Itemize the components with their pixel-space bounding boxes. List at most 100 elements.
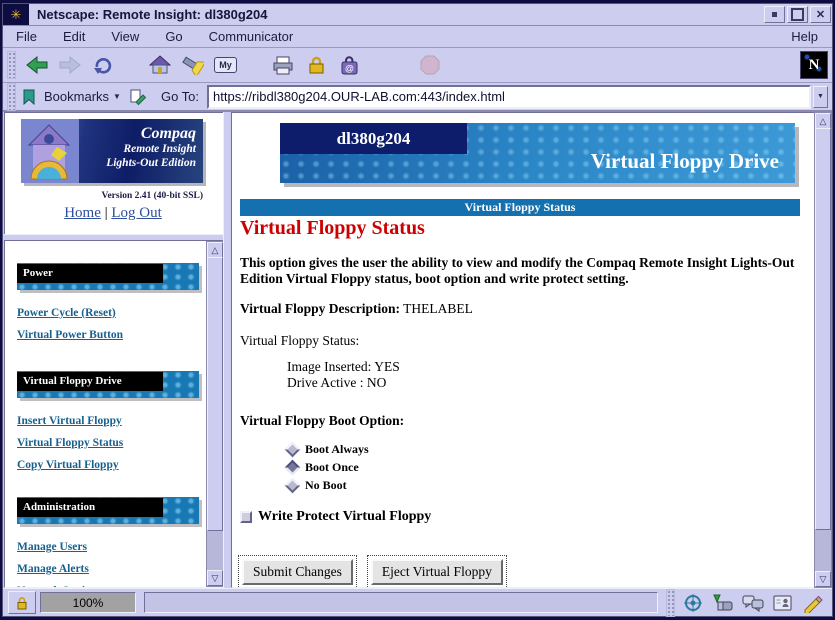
sidebar-scrollbar-thumb[interactable] (207, 257, 223, 531)
eject-virtual-floppy-button[interactable]: Eject Virtual Floppy (371, 559, 503, 585)
page-title: Virtual Floppy Status (240, 217, 425, 240)
back-button[interactable] (20, 50, 53, 80)
home-button[interactable] (143, 50, 176, 80)
link-separator: | (105, 205, 108, 221)
minimize-icon (772, 12, 777, 17)
mailbox-icon (711, 593, 735, 613)
title-bar[interactable]: ✳ Netscape: Remote Insight: dl380g204 ✕ (3, 4, 832, 26)
status-bar: 100% (3, 588, 832, 616)
bookmarks-dropdown-icon[interactable]: ▼ (113, 92, 121, 101)
netscape-window: ✳ Netscape: Remote Insight: dl380g204 ✕ … (2, 3, 833, 617)
main-scrollbar-thumb[interactable] (815, 128, 831, 530)
sidebar-link-virtual-power-button[interactable]: Virtual Power Button (17, 329, 123, 341)
radio-icon (285, 442, 301, 458)
back-icon (25, 55, 49, 75)
radio-boot-always[interactable]: Boot Always (287, 442, 369, 457)
status-lines: Image Inserted: YES Drive Active : NO (287, 359, 400, 391)
print-button[interactable] (266, 50, 299, 80)
my-netscape-button[interactable]: My (209, 50, 242, 80)
radio-selected-icon (285, 460, 301, 476)
main-scrollbar[interactable]: △ ▽ (814, 112, 832, 588)
component-bar (679, 592, 827, 614)
image-inserted-line: Image Inserted: YES (287, 359, 400, 375)
radio-icon (285, 478, 301, 494)
print-icon (271, 55, 295, 75)
location-bar-grip[interactable] (7, 83, 16, 111)
stop-button[interactable] (413, 50, 446, 80)
composer-button[interactable] (799, 592, 827, 614)
section-header-administration: Administration (17, 497, 199, 524)
component-bar-grip[interactable] (666, 589, 675, 617)
shop-button[interactable]: @ (332, 50, 365, 80)
sidebar-link-virtual-floppy-status[interactable]: Virtual Floppy Status (17, 437, 123, 449)
security-button[interactable] (299, 50, 332, 80)
write-protect-checkbox[interactable]: Write Protect Virtual Floppy (240, 509, 431, 525)
close-button[interactable]: ✕ (810, 6, 831, 23)
server-name: dl380g204 (280, 123, 467, 154)
section-title-bar: Virtual Floppy Status (240, 199, 800, 216)
sidebar-link-manage-alerts[interactable]: Manage Alerts (17, 563, 89, 575)
window-title: Netscape: Remote Insight: dl380g204 (29, 4, 763, 25)
navigator-button[interactable] (679, 592, 707, 614)
discussions-button[interactable] (739, 592, 767, 614)
description-label: Virtual Floppy Description: (240, 301, 400, 316)
bookmarks-button[interactable]: Bookmarks (44, 89, 109, 104)
version-label: Version 2.41 (40-bit SSL) (21, 191, 203, 201)
search-button[interactable] (176, 50, 209, 80)
security-status-button[interactable] (8, 591, 36, 614)
menu-help[interactable]: Help (777, 27, 832, 46)
section-header-power: Power (17, 263, 199, 290)
status-message-area (144, 592, 658, 613)
sidebar-link-manage-users[interactable]: Manage Users (17, 541, 87, 553)
address-book-button[interactable] (769, 592, 797, 614)
form-buttons: Submit Changes Eject Virtual Floppy (242, 559, 503, 585)
stop-icon (419, 55, 441, 75)
mailbox-button[interactable] (709, 592, 737, 614)
menu-edit[interactable]: Edit (50, 27, 98, 46)
forward-button[interactable] (53, 50, 86, 80)
minimize-button[interactable] (764, 6, 785, 23)
submit-changes-button[interactable]: Submit Changes (242, 559, 353, 585)
scroll-up-icon[interactable]: △ (815, 113, 831, 129)
scroll-up-icon[interactable]: △ (207, 242, 223, 258)
discussions-icon (741, 593, 765, 613)
sidebar-scrollbar[interactable]: △ ▽ (206, 241, 224, 587)
url-history-dropdown[interactable]: ▼ (813, 86, 828, 108)
banner-title: Virtual Floppy Drive (591, 149, 779, 174)
goto-label: Go To: (161, 89, 199, 104)
shop-bag-icon: @ (338, 55, 360, 75)
menu-communicator[interactable]: Communicator (196, 27, 307, 46)
scroll-down-icon[interactable]: ▽ (815, 571, 831, 587)
url-input[interactable]: https://ribdl380g204.OUR-LAB.com:443/ind… (207, 85, 811, 109)
compaq-logo[interactable]: Compaq Remote Insight Lights-Out Edition (21, 119, 203, 183)
sidebar-link-power-cycle[interactable]: Power Cycle (Reset) (17, 307, 116, 319)
radio-boot-once[interactable]: Boot Once (287, 460, 359, 475)
zoom-level[interactable]: 100% (40, 592, 136, 613)
navigation-toolbar: My @ N (3, 48, 832, 83)
security-lock-icon (305, 55, 327, 75)
maximize-button[interactable] (787, 6, 808, 23)
sidebar-link-network-settings[interactable]: Network Settings (17, 585, 102, 588)
bookmarks-icon[interactable] (20, 88, 40, 106)
forward-icon (58, 55, 82, 75)
description-row: Virtual Floppy Description: THELABEL (240, 301, 473, 317)
reload-button[interactable] (86, 50, 119, 80)
menu-go[interactable]: Go (152, 27, 195, 46)
drive-active-line: Drive Active : NO (287, 375, 400, 391)
main-frame: dl380g204 Virtual Floppy Drive Virtual F… (231, 112, 816, 588)
page-proxy-icon[interactable] (129, 88, 147, 106)
radio-no-boot[interactable]: No Boot (287, 478, 347, 493)
menu-file[interactable]: File (3, 27, 50, 46)
window-menu-button[interactable]: ✳ (3, 4, 29, 25)
svg-text:@: @ (344, 64, 353, 74)
logout-link[interactable]: Log Out (111, 205, 161, 221)
sidebar-link-insert-virtual-floppy[interactable]: Insert Virtual Floppy (17, 415, 122, 427)
home-link[interactable]: Home (64, 205, 101, 221)
toolbar-grip[interactable] (7, 51, 16, 79)
scroll-down-icon[interactable]: ▽ (207, 570, 223, 586)
netscape-logo[interactable]: N (800, 51, 828, 79)
url-text[interactable]: https://ribdl380g204.OUR-LAB.com:443/ind… (209, 89, 809, 104)
sidebar-menu-frame: Power Power Cycle (Reset) Virtual Power … (4, 240, 225, 588)
sidebar-link-copy-virtual-floppy[interactable]: Copy Virtual Floppy (17, 459, 119, 471)
menu-view[interactable]: View (98, 27, 152, 46)
